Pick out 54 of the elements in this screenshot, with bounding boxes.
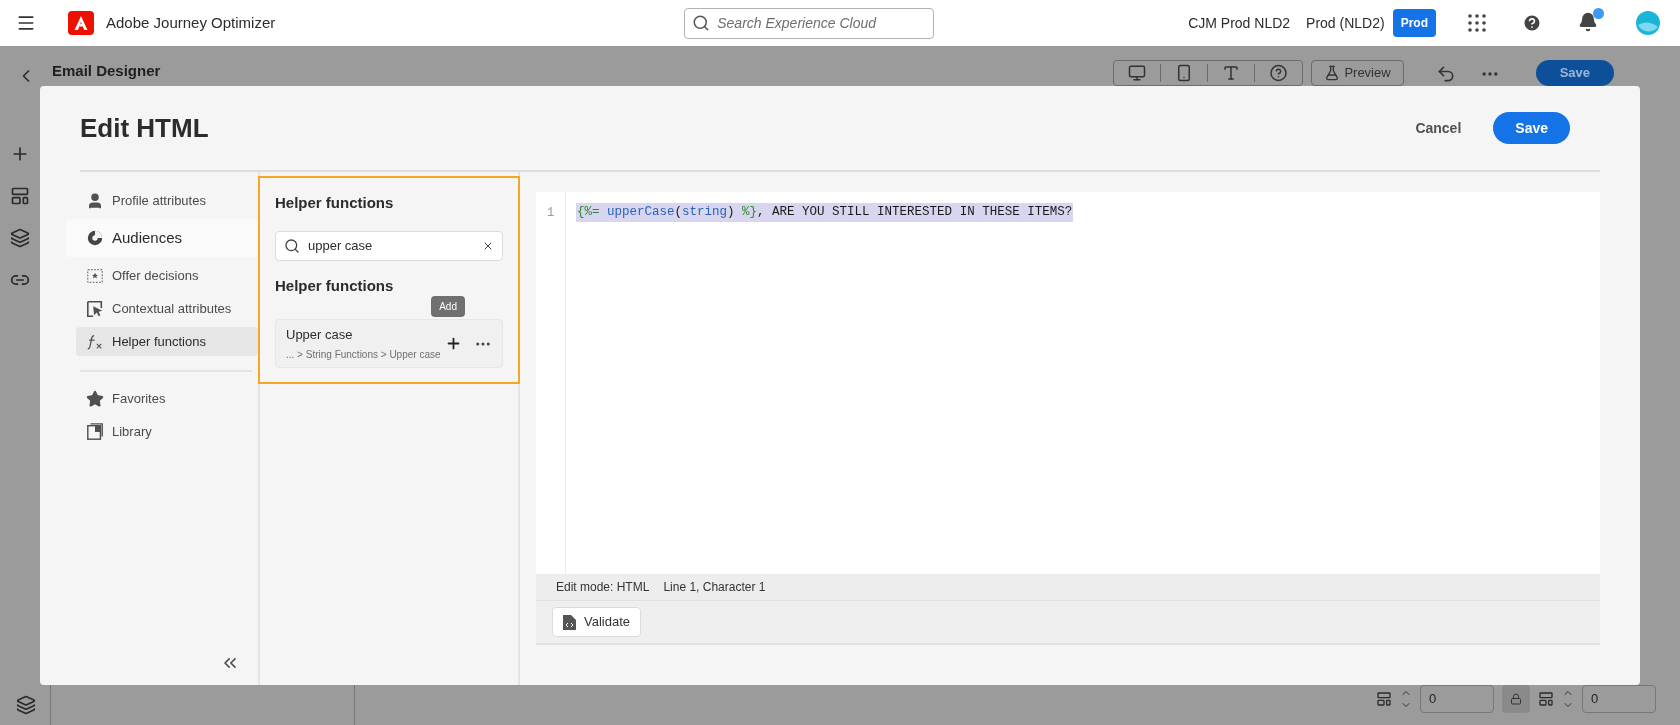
- undo-icon[interactable]: [1435, 64, 1456, 84]
- sandbox-name[interactable]: Prod (NLD2): [1306, 12, 1385, 34]
- add-icon[interactable]: [445, 335, 462, 352]
- status-text: Edit mode: HTML: [556, 579, 650, 596]
- section-title: Helper functions: [275, 275, 395, 296]
- cursor-frame-icon: [86, 299, 104, 318]
- dialog-title: Edit HTML: [80, 111, 209, 145]
- search-icon: [692, 13, 711, 32]
- layout-icon[interactable]: [10, 186, 30, 206]
- library-icon: [86, 422, 104, 441]
- search-icon: [284, 237, 300, 254]
- environment-badge[interactable]: Prod: [1392, 9, 1436, 37]
- lock-toggle[interactable]: [1502, 685, 1530, 713]
- code-file-icon: [563, 614, 576, 630]
- function-icon: [86, 332, 104, 351]
- nav-item[interactable]: Audiences: [66, 219, 258, 257]
- search-field[interactable]: Search Experience Cloud: [684, 7, 935, 39]
- layers-icon[interactable]: [16, 695, 36, 715]
- padding-icon: [1376, 691, 1392, 707]
- nav-item[interactable]: Contextual attributes: [80, 294, 258, 323]
- person-icon: [86, 191, 104, 210]
- line-number: 1: [545, 205, 556, 222]
- save-button[interactable]: Save: [1535, 60, 1614, 86]
- tooltip: Add: [431, 296, 465, 317]
- nav-item[interactable]: Favorites: [80, 384, 252, 413]
- org-name[interactable]: CJM Prod NLD2: [1188, 12, 1291, 34]
- function-name: Upper case: [286, 325, 354, 344]
- flask-icon: [1324, 65, 1341, 81]
- cancel-button[interactable]: Cancel: [1403, 113, 1474, 143]
- menu-icon[interactable]: [16, 13, 36, 33]
- star-icon: [86, 389, 104, 408]
- search-value: upper case: [308, 236, 374, 255]
- app-logo-icon[interactable]: [68, 11, 94, 35]
- lock-icon: [1510, 693, 1522, 705]
- nav-item[interactable]: Profile attributes: [80, 186, 258, 215]
- page-title: Email Designer: [52, 61, 161, 81]
- offer-icon: [86, 266, 104, 285]
- layers-icon[interactable]: [10, 228, 30, 248]
- padding-icon: [1538, 691, 1554, 707]
- help-icon[interactable]: [1522, 13, 1542, 33]
- nav-item[interactable]: Library: [80, 417, 252, 446]
- panel-title: Helper functions: [275, 193, 395, 213]
- search-field[interactable]: upper case: [275, 230, 503, 261]
- pie-chart-icon: [86, 229, 104, 247]
- nav-item[interactable]: Helper functions: [76, 327, 258, 356]
- apps-grid-icon[interactable]: [1468, 14, 1486, 32]
- code-editor[interactable]: 1 {%= upperCase(string) %}, ARE YOU STILL INTERESTED IN THESE ITEMS?: [536, 192, 1600, 574]
- save-button[interactable]: Save: [1493, 112, 1570, 144]
- status-text: Line 1, Character 1: [663, 579, 766, 596]
- function-path: ... > String Functions > Upper case: [286, 348, 441, 363]
- preview-button[interactable]: Preview: [1311, 60, 1404, 86]
- validate-button[interactable]: Validate: [552, 607, 641, 637]
- nav-item[interactable]: Offer decisions: [80, 261, 258, 290]
- app-name[interactable]: Adobe Journey Optimizer: [106, 11, 276, 35]
